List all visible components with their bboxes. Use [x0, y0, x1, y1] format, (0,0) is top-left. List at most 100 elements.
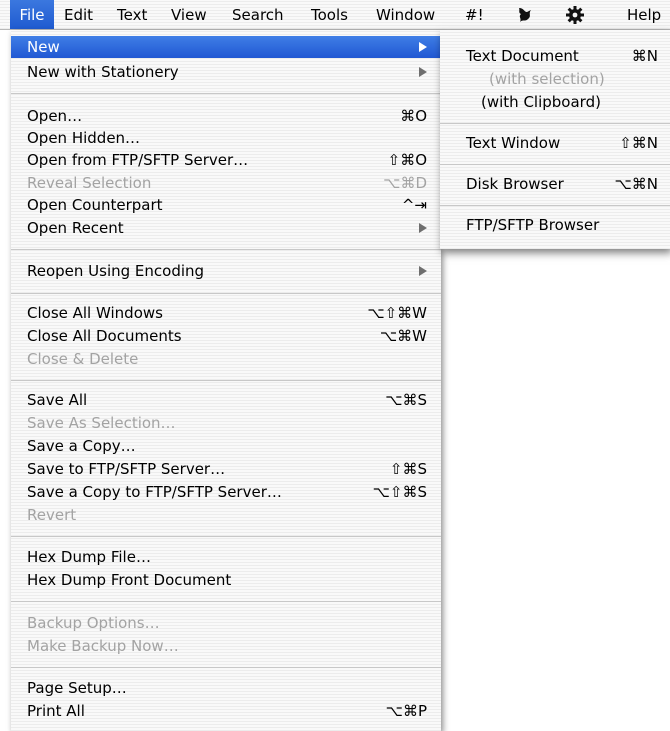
separator — [11, 380, 441, 381]
shortcut-label: ⌥⌘D — [383, 174, 427, 192]
menu-tools[interactable]: Tools — [311, 0, 348, 29]
script-icon[interactable] — [515, 5, 535, 25]
separator — [11, 93, 441, 94]
shortcut-label: ⌥⌘N — [614, 175, 658, 193]
menu-search[interactable]: Search — [232, 0, 284, 29]
menu-item-save-all[interactable]: Save All ⌥⌘S — [11, 389, 441, 411]
menu-item-label: Open Recent — [27, 219, 124, 237]
separator — [11, 536, 441, 537]
menu-item-label: Page Setup… — [27, 679, 127, 697]
menu-item-backup-options: Backup Options… — [11, 612, 441, 634]
menu-item-label: Text Document — [466, 47, 579, 65]
menu-item-label: Open Counterpart — [27, 196, 163, 214]
menu-view[interactable]: View — [171, 0, 207, 29]
menu-item-label: Save All — [27, 391, 88, 409]
menu-item-new[interactable]: New — [11, 36, 441, 58]
menu-item-save-copy-ftp[interactable]: Save a Copy to FTP/SFTP Server… ⌥⇧⌘S — [11, 481, 441, 503]
file-menu: New New with Stationery Open… ⌘O Open Hi… — [11, 30, 441, 731]
separator — [11, 249, 441, 250]
menu-item-open-hidden[interactable]: Open Hidden… — [11, 127, 441, 149]
separator — [11, 601, 441, 602]
menu-item-print-all[interactable]: Print All ⌥⌘P — [11, 700, 441, 722]
menu-item-label: Save As Selection… — [27, 414, 176, 432]
shortcut-label: ⌥⇧⌘S — [372, 483, 427, 501]
menu-item-label: Close & Delete — [27, 350, 139, 368]
menu-item-label: Close All Windows — [27, 304, 163, 322]
menu-item-reopen-encoding[interactable]: Reopen Using Encoding — [11, 260, 441, 282]
menu-item-label: FTP/SFTP Browser — [466, 216, 600, 234]
menu-item-open-ftp[interactable]: Open from FTP/SFTP Server… ⇧⌘O — [11, 149, 441, 171]
submenu-arrow-icon — [419, 42, 427, 52]
menu-item-new-stationery[interactable]: New with Stationery — [11, 61, 441, 83]
shortcut-label: ⌘O — [400, 107, 427, 125]
menu-item-label: Save a Copy to FTP/SFTP Server… — [27, 483, 282, 501]
menu-edit[interactable]: Edit — [64, 0, 93, 29]
submenu-item-disk-browser[interactable]: Disk Browser ⌥⌘N — [440, 173, 670, 195]
menu-item-hex-dump-front[interactable]: Hex Dump Front Document — [11, 569, 441, 591]
new-submenu: Text Document ⌘N (with selection) (with … — [440, 30, 670, 249]
menu-item-label: Revert — [27, 506, 77, 524]
gear-icon[interactable] — [565, 5, 585, 25]
menu-item-label: Close All Documents — [27, 327, 182, 345]
shortcut-label: ⇧⌘S — [389, 460, 427, 478]
submenu-arrow-icon — [419, 266, 427, 276]
menu-item-label: Hex Dump File… — [27, 548, 151, 566]
submenu-item-text-window[interactable]: Text Window ⇧⌘N — [440, 132, 670, 154]
menu-item-close-all-documents[interactable]: Close All Documents ⌥⌘W — [11, 325, 441, 347]
separator — [11, 293, 441, 294]
separator — [440, 164, 670, 165]
menu-item-label: Make Backup Now… — [27, 637, 179, 655]
menu-item-label: Reopen Using Encoding — [27, 262, 205, 280]
menu-item-label: New — [27, 38, 60, 56]
menu-item-open-recent[interactable]: Open Recent — [11, 217, 441, 239]
menu-item-hex-dump-file[interactable]: Hex Dump File… — [11, 546, 441, 568]
menu-item-reveal-selection: Reveal Selection ⌥⌘D — [11, 172, 441, 194]
menu-item-label: (with Clipboard) — [481, 93, 601, 111]
menu-item-label: Disk Browser — [466, 175, 564, 193]
menu-item-open-counterpart[interactable]: Open Counterpart ^⇥ — [11, 194, 441, 216]
menu-item-close-all-windows[interactable]: Close All Windows ⌥⇧⌘W — [11, 302, 441, 324]
separator — [440, 205, 670, 206]
menu-item-revert: Revert — [11, 504, 441, 526]
shortcut-label: ⌘N — [631, 47, 658, 65]
submenu-item-text-document[interactable]: Text Document ⌘N — [440, 45, 670, 67]
separator — [11, 667, 441, 668]
shortcut-label: ⌥⌘P — [385, 702, 427, 720]
menu-item-label: Hex Dump Front Document — [27, 571, 232, 589]
menu-window[interactable]: Window — [376, 0, 435, 29]
shortcut-label: ⇧⌘N — [619, 134, 658, 152]
menu-item-label: Save a Copy… — [27, 437, 136, 455]
menu-item-save-ftp[interactable]: Save to FTP/SFTP Server… ⇧⌘S — [11, 458, 441, 480]
menu-bar: File Edit Text View Search Tools Window … — [0, 0, 670, 30]
menu-item-page-setup[interactable]: Page Setup… — [11, 677, 441, 699]
menu-item-label: Open… — [27, 107, 83, 125]
menu-item-make-backup: Make Backup Now… — [11, 635, 441, 657]
shortcut-label: ⇧⌘O — [387, 151, 427, 169]
menu-item-label: Reveal Selection — [27, 174, 152, 192]
menu-help[interactable]: Help — [627, 0, 661, 29]
menu-item-label: Text Window — [466, 134, 561, 152]
submenu-item-ftp-browser[interactable]: FTP/SFTP Browser — [440, 214, 670, 236]
submenu-item-with-clipboard[interactable]: (with Clipboard) — [440, 91, 670, 113]
menu-item-label: Backup Options… — [27, 614, 160, 632]
shortcut-label: ⌥⇧⌘W — [367, 304, 427, 322]
menu-shebang[interactable]: #! — [465, 0, 484, 29]
menu-item-save-copy[interactable]: Save a Copy… — [11, 435, 441, 457]
menu-file[interactable]: File — [10, 0, 54, 29]
menu-item-label: Open from FTP/SFTP Server… — [27, 151, 249, 169]
menu-item-label: (with selection) — [489, 70, 605, 88]
menu-item-label: Open Hidden… — [27, 129, 141, 147]
menu-item-label: Print All — [27, 702, 85, 720]
menu-item-label: New with Stationery — [27, 63, 179, 81]
menu-item-label: Save to FTP/SFTP Server… — [27, 460, 226, 478]
menu-item-close-delete: Close & Delete — [11, 348, 441, 370]
submenu-arrow-icon — [419, 67, 427, 77]
submenu-item-with-selection: (with selection) — [440, 68, 670, 90]
submenu-arrow-icon — [419, 223, 427, 233]
shortcut-label: ⌥⌘W — [379, 327, 427, 345]
shortcut-label: ^⇥ — [401, 196, 427, 214]
menu-item-open[interactable]: Open… ⌘O — [11, 105, 441, 127]
menu-text[interactable]: Text — [117, 0, 147, 29]
separator — [440, 123, 670, 124]
menu-item-save-as-selection: Save As Selection… — [11, 412, 441, 434]
